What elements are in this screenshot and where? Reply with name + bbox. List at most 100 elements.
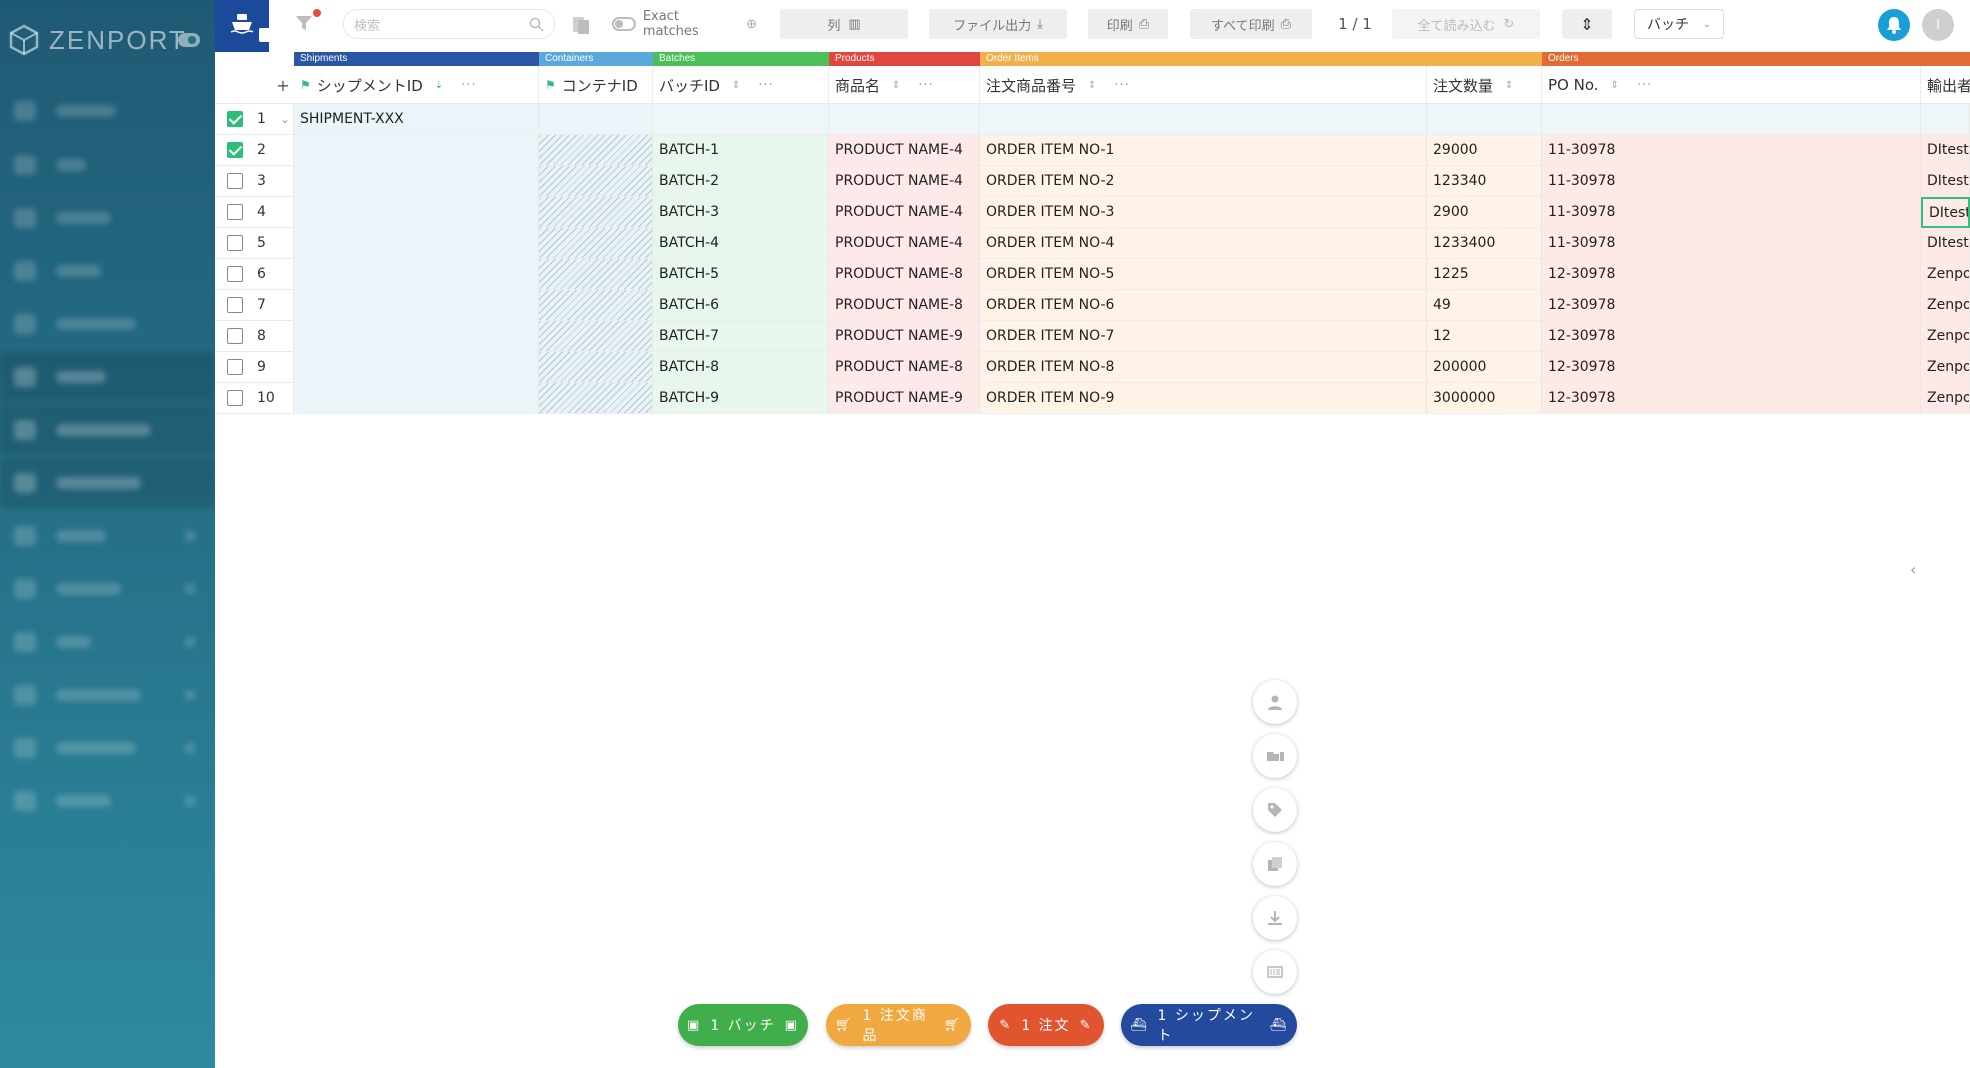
qty-cell[interactable]: 1225 xyxy=(1427,259,1542,290)
item-cell[interactable]: ORDER ITEM NO-6 xyxy=(980,290,1427,321)
item-cell[interactable]: ORDER ITEM NO-1 xyxy=(980,135,1427,166)
selected-batch-pill[interactable]: ▣ 1 バッチ ▣ xyxy=(678,1004,808,1046)
clipboard-icon[interactable] xyxy=(570,14,592,36)
more-options-icon[interactable]: ··· xyxy=(461,78,476,93)
exporter-cell[interactable] xyxy=(1921,104,1970,135)
batch-cell[interactable]: BATCH-9 xyxy=(653,383,829,414)
qty-cell[interactable]: 2900 xyxy=(1427,197,1542,228)
shipment-cell[interactable] xyxy=(294,135,539,166)
shipment-cell[interactable] xyxy=(294,166,539,197)
batch-cell[interactable]: BATCH-7 xyxy=(653,321,829,352)
sidebar-item-5[interactable] xyxy=(0,299,215,349)
container-cell[interactable] xyxy=(539,197,653,228)
qty-cell[interactable]: 12 xyxy=(1427,321,1542,352)
column-header-order-qty[interactable]: 注文数量 ⇕ xyxy=(1427,66,1542,104)
container-cell[interactable] xyxy=(539,352,653,383)
shipment-view-tab[interactable] xyxy=(215,0,273,52)
po-cell[interactable]: 12-30978 xyxy=(1542,321,1921,352)
row-checkbox[interactable] xyxy=(227,142,243,158)
item-cell[interactable]: ORDER ITEM NO-7 xyxy=(980,321,1427,352)
view-select[interactable]: バッチ ⌄ xyxy=(1634,9,1724,39)
table-row[interactable]: 6 BATCH-5 PRODUCT NAME-8 ORDER ITEM NO-5 122… xyxy=(215,259,1970,290)
assign-user-button[interactable] xyxy=(1253,680,1297,724)
row-checkbox[interactable] xyxy=(227,359,243,375)
item-cell[interactable]: ORDER ITEM NO-3 xyxy=(980,197,1427,228)
po-cell[interactable]: 12-30978 xyxy=(1542,259,1921,290)
batch-cell[interactable] xyxy=(653,104,829,135)
po-cell[interactable]: 11-30978 xyxy=(1542,166,1921,197)
container-cell[interactable] xyxy=(539,259,653,290)
column-header-exporter[interactable]: 輸出者 xyxy=(1921,66,1970,104)
row-checkbox[interactable] xyxy=(227,328,243,344)
add-row-button[interactable]: + xyxy=(272,66,294,104)
batch-cell[interactable]: BATCH-6 xyxy=(653,290,829,321)
notification-bell-icon[interactable] xyxy=(1878,9,1910,41)
qty-cell[interactable]: 29000 xyxy=(1427,135,1542,166)
container-cell[interactable] xyxy=(539,104,653,135)
sidebar-item-7[interactable] xyxy=(0,405,215,455)
sidebar-item-9[interactable] xyxy=(0,511,215,561)
sidebar-item-10[interactable] xyxy=(0,564,215,614)
row-checkbox[interactable] xyxy=(227,111,243,127)
print-all-button[interactable]: すべて印刷 ⎙ xyxy=(1190,9,1312,39)
container-cell[interactable] xyxy=(539,135,653,166)
product-cell[interactable]: PRODUCT NAME-8 xyxy=(829,259,980,290)
table-row[interactable]: 9 BATCH-8 PRODUCT NAME-8 ORDER ITEM NO-8 200… xyxy=(215,352,1970,383)
item-cell[interactable] xyxy=(980,104,1427,135)
exporter-cell[interactable]: Zenpo xyxy=(1921,352,1970,383)
column-header-batch-id[interactable]: バッチID ⇕ ··· xyxy=(653,66,829,104)
more-options-icon[interactable]: ··· xyxy=(1637,78,1652,93)
exporter-cell[interactable]: Zenpo xyxy=(1921,383,1970,414)
exporter-cell[interactable]: DItest xyxy=(1921,135,1970,166)
row-height-button[interactable]: ⇕ xyxy=(1562,9,1612,39)
pin-icon[interactable]: ⚑ xyxy=(545,78,556,92)
item-cell[interactable]: ORDER ITEM NO-4 xyxy=(980,228,1427,259)
more-options-icon[interactable]: ··· xyxy=(758,78,773,93)
po-cell[interactable]: 11-30978 xyxy=(1542,197,1921,228)
product-cell[interactable] xyxy=(829,104,980,135)
sidebar-item-14[interactable] xyxy=(0,776,215,826)
sidebar-item-1[interactable] xyxy=(0,86,215,136)
user-avatar[interactable]: I xyxy=(1922,9,1954,41)
container-cell[interactable] xyxy=(539,228,653,259)
exporter-cell[interactable]: Zenpo xyxy=(1921,321,1970,352)
barcode-button[interactable] xyxy=(1253,950,1297,994)
exporter-cell[interactable]: Zenpo xyxy=(1921,290,1970,321)
row-checkbox[interactable] xyxy=(227,173,243,189)
po-cell[interactable]: 12-30978 xyxy=(1542,290,1921,321)
sidebar-item-12[interactable] xyxy=(0,670,215,720)
column-header-order-item-no[interactable]: 注文商品番号 ⇕ ··· xyxy=(980,66,1427,104)
qty-cell[interactable]: 200000 xyxy=(1427,352,1542,383)
table-row[interactable]: 5 BATCH-4 PRODUCT NAME-4 ORDER ITEM NO-4 123… xyxy=(215,228,1970,259)
chevron-left-icon[interactable]: ‹ xyxy=(1910,560,1916,579)
product-cell[interactable]: PRODUCT NAME-8 xyxy=(829,352,980,383)
print-button[interactable]: 印刷 ⎙ xyxy=(1088,9,1168,39)
shipment-cell[interactable] xyxy=(294,197,539,228)
row-checkbox[interactable] xyxy=(227,235,243,251)
shipment-cell[interactable] xyxy=(294,352,539,383)
table-row[interactable]: 3 BATCH-2 PRODUCT NAME-4 ORDER ITEM NO-2 123… xyxy=(215,166,1970,197)
batch-cell[interactable]: BATCH-4 xyxy=(653,228,829,259)
tag-button[interactable] xyxy=(1253,788,1297,832)
sort-icon[interactable]: ⇕ xyxy=(892,80,900,91)
selected-order-item-pill[interactable]: 🛒︎ 1 注文商品 🛒︎ xyxy=(826,1004,971,1046)
row-checkbox[interactable] xyxy=(227,390,243,406)
sidebar-item-8[interactable] xyxy=(0,458,215,508)
sort-icon[interactable]: ⇕ xyxy=(1088,80,1096,91)
more-options-icon[interactable]: ··· xyxy=(918,78,933,93)
sidebar-item-3[interactable] xyxy=(0,193,215,243)
column-header-shipment-id[interactable]: ⚑ シップメントID ⇣ ··· xyxy=(294,66,539,104)
toggle-switch[interactable] xyxy=(612,17,636,31)
sidebar-item-4[interactable] xyxy=(0,246,215,296)
row-checkbox[interactable] xyxy=(227,297,243,313)
qty-cell[interactable] xyxy=(1427,104,1542,135)
sidebar-item-6[interactable] xyxy=(0,352,215,402)
sort-icon[interactable]: ⇕ xyxy=(732,80,740,91)
more-options-icon[interactable]: ··· xyxy=(1114,78,1129,93)
item-cell[interactable]: ORDER ITEM NO-8 xyxy=(980,352,1427,383)
po-cell[interactable]: 12-30978 xyxy=(1542,352,1921,383)
product-cell[interactable]: PRODUCT NAME-9 xyxy=(829,321,980,352)
qty-cell[interactable]: 49 xyxy=(1427,290,1542,321)
item-cell[interactable]: ORDER ITEM NO-9 xyxy=(980,383,1427,414)
selected-order-pill[interactable]: ✎ 1 注文 ✎ xyxy=(988,1004,1104,1046)
